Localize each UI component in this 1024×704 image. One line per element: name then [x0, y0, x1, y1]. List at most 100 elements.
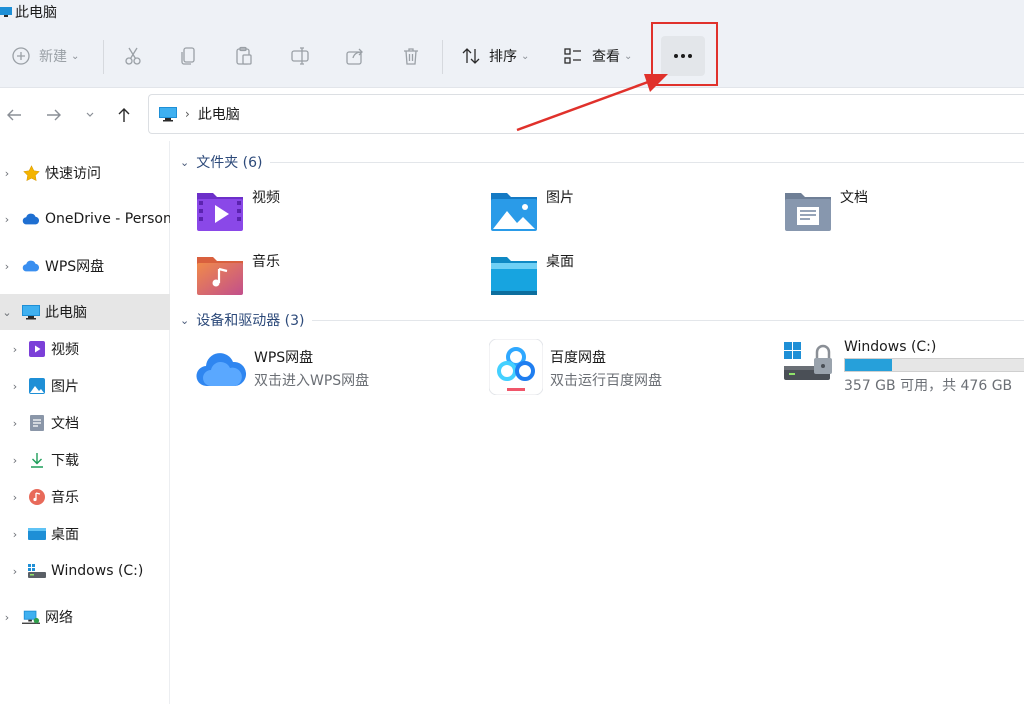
- arrow-left-icon: [7, 109, 21, 121]
- address-bar[interactable]: › 此电脑: [148, 94, 1024, 134]
- sidebar-item-label: 图片: [51, 379, 79, 395]
- chevron-right-icon[interactable]: ›: [10, 491, 20, 504]
- sidebar-item-label: 文档: [51, 416, 79, 432]
- chevron-down-icon: ⌄: [624, 50, 633, 62]
- sidebar-item-label: 快速访问: [45, 166, 101, 182]
- rename-button[interactable]: [290, 34, 310, 78]
- sidebar-item-network[interactable]: › 网络: [0, 599, 170, 635]
- sort-arrows-icon: [462, 48, 480, 64]
- drive-icon: [28, 562, 46, 580]
- sidebar-item-wps-netdisk[interactable]: › WPS网盘: [0, 248, 170, 284]
- network-icon: [22, 608, 40, 626]
- documents-folder-icon: [782, 185, 834, 237]
- sort-button[interactable]: 排序 ⌄: [461, 34, 529, 78]
- sidebar-item-videos[interactable]: › 视频: [0, 331, 170, 367]
- new-button[interactable]: 新建 ⌄: [12, 34, 79, 78]
- folder-label: 桌面: [546, 254, 574, 270]
- back-button[interactable]: [0, 101, 28, 129]
- sidebar-item-label: OneDrive - Personal: [45, 211, 170, 227]
- devices-group-title: 设备和驱动器 (3): [196, 313, 305, 329]
- documents-folder-icon: [28, 414, 46, 432]
- sidebar-item-this-pc[interactable]: ⌄ 此电脑: [0, 294, 170, 330]
- folder-tile-pictures[interactable]: 图片: [488, 185, 574, 241]
- view-list-icon: [564, 48, 581, 64]
- sidebar-item-quick-access[interactable]: › 快速访问: [0, 155, 170, 191]
- sidebar-item-documents[interactable]: › 文档: [0, 405, 170, 441]
- copy-button[interactable]: [179, 34, 199, 78]
- delete-button[interactable]: [401, 34, 421, 78]
- sidebar-item-label: 桌面: [51, 527, 79, 543]
- forward-button[interactable]: [40, 101, 68, 129]
- navigation-bar: › 此电脑: [0, 89, 1024, 141]
- divider: [442, 40, 443, 74]
- chevron-right-icon[interactable]: ›: [2, 167, 12, 180]
- view-button[interactable]: 查看 ⌄: [563, 34, 632, 78]
- copy-icon: [181, 47, 195, 65]
- chevron-right-icon[interactable]: ›: [10, 343, 20, 356]
- device-name: WPS网盘: [254, 350, 314, 366]
- folders-group-header[interactable]: ⌄ 文件夹 (6): [180, 151, 263, 173]
- chevron-down-icon: ⌄: [521, 50, 530, 62]
- window-title: 此电脑: [15, 5, 57, 21]
- recent-locations-button[interactable]: [76, 101, 104, 129]
- sidebar-item-music[interactable]: › 音乐: [0, 479, 170, 515]
- folder-label: 音乐: [252, 254, 280, 270]
- chevron-down-icon[interactable]: ⌄: [180, 156, 189, 169]
- share-button[interactable]: [345, 34, 365, 78]
- paste-icon: [236, 46, 252, 65]
- device-subtitle: 双击进入WPS网盘: [254, 373, 370, 389]
- folder-tile-videos[interactable]: 视频: [194, 185, 280, 241]
- sidebar-item-label: 此电脑: [45, 305, 87, 321]
- sidebar-item-onedrive[interactable]: › OneDrive - Personal: [0, 201, 170, 237]
- scissors-icon: [125, 47, 141, 65]
- paste-button[interactable]: [234, 34, 254, 78]
- chevron-right-icon[interactable]: ›: [2, 213, 12, 226]
- chevron-right-icon[interactable]: ›: [10, 380, 20, 393]
- cut-button[interactable]: [123, 34, 143, 78]
- group-divider: [270, 162, 1024, 163]
- device-tile-wps-netdisk[interactable]: WPS网盘 双击进入WPS网盘: [194, 341, 369, 401]
- devices-group-header[interactable]: ⌄ 设备和驱动器 (3): [180, 309, 305, 331]
- up-button[interactable]: [110, 101, 138, 129]
- chevron-right-icon[interactable]: ›: [10, 565, 20, 578]
- device-name: Windows (C:): [844, 339, 937, 355]
- sidebar-item-pictures[interactable]: › 图片: [0, 368, 170, 404]
- sidebar-item-downloads[interactable]: › 下载: [0, 442, 170, 478]
- chevron-down-icon[interactable]: ⌄: [2, 306, 12, 319]
- music-icon: [28, 488, 46, 506]
- sidebar-item-desktop[interactable]: › 桌面: [0, 516, 170, 552]
- chevron-right-icon[interactable]: ›: [2, 260, 12, 273]
- drive-usage-fill: [845, 359, 892, 371]
- share-icon: [346, 48, 363, 65]
- chevron-right-icon[interactable]: ›: [2, 611, 12, 624]
- chevron-right-icon[interactable]: ›: [10, 417, 20, 430]
- wps-cloud-icon: [22, 257, 40, 275]
- chevron-down-icon: ⌄: [71, 50, 80, 62]
- sidebar-item-label: 网络: [45, 610, 73, 626]
- baidu-netdisk-icon: [488, 339, 544, 395]
- add-circle-icon: [12, 47, 30, 65]
- divider: [103, 40, 104, 74]
- folder-label: 文档: [840, 190, 868, 206]
- download-icon: [28, 451, 46, 469]
- chevron-right-icon[interactable]: ›: [10, 454, 20, 467]
- main-content: ⌄ 文件夹 (6) 视频 图片 文档 音乐 桌面 ⌄ 设备和驱动器 (3) WP…: [172, 141, 1024, 704]
- device-subtitle: 357 GB 可用，共 476 GB: [844, 378, 1013, 394]
- folder-tile-desktop[interactable]: 桌面: [488, 249, 574, 305]
- device-tile-windows-c[interactable]: Windows (C:) 357 GB 可用，共 476 GB: [782, 339, 1024, 399]
- chevron-down-icon[interactable]: ⌄: [180, 314, 189, 327]
- pc-icon: [0, 7, 12, 17]
- folder-tile-music[interactable]: 音乐: [194, 249, 280, 305]
- sidebar-item-label: Windows (C:): [51, 563, 144, 579]
- device-subtitle: 双击运行百度网盘: [550, 373, 662, 389]
- folder-label: 视频: [252, 190, 280, 206]
- command-bar: 新建 ⌄ 排序 ⌄ 查看 ⌄: [0, 24, 1024, 88]
- breadcrumb-this-pc[interactable]: 此电脑: [198, 104, 240, 124]
- sidebar-item-label: 音乐: [51, 490, 79, 506]
- rename-icon: [291, 47, 309, 65]
- sidebar-item-windows-c[interactable]: › Windows (C:): [0, 553, 170, 589]
- device-tile-baidu-netdisk[interactable]: 百度网盘 双击运行百度网盘: [488, 339, 662, 399]
- chevron-right-icon[interactable]: ›: [10, 528, 20, 541]
- wps-cloud-icon: [194, 341, 248, 395]
- folder-tile-documents[interactable]: 文档: [782, 185, 868, 241]
